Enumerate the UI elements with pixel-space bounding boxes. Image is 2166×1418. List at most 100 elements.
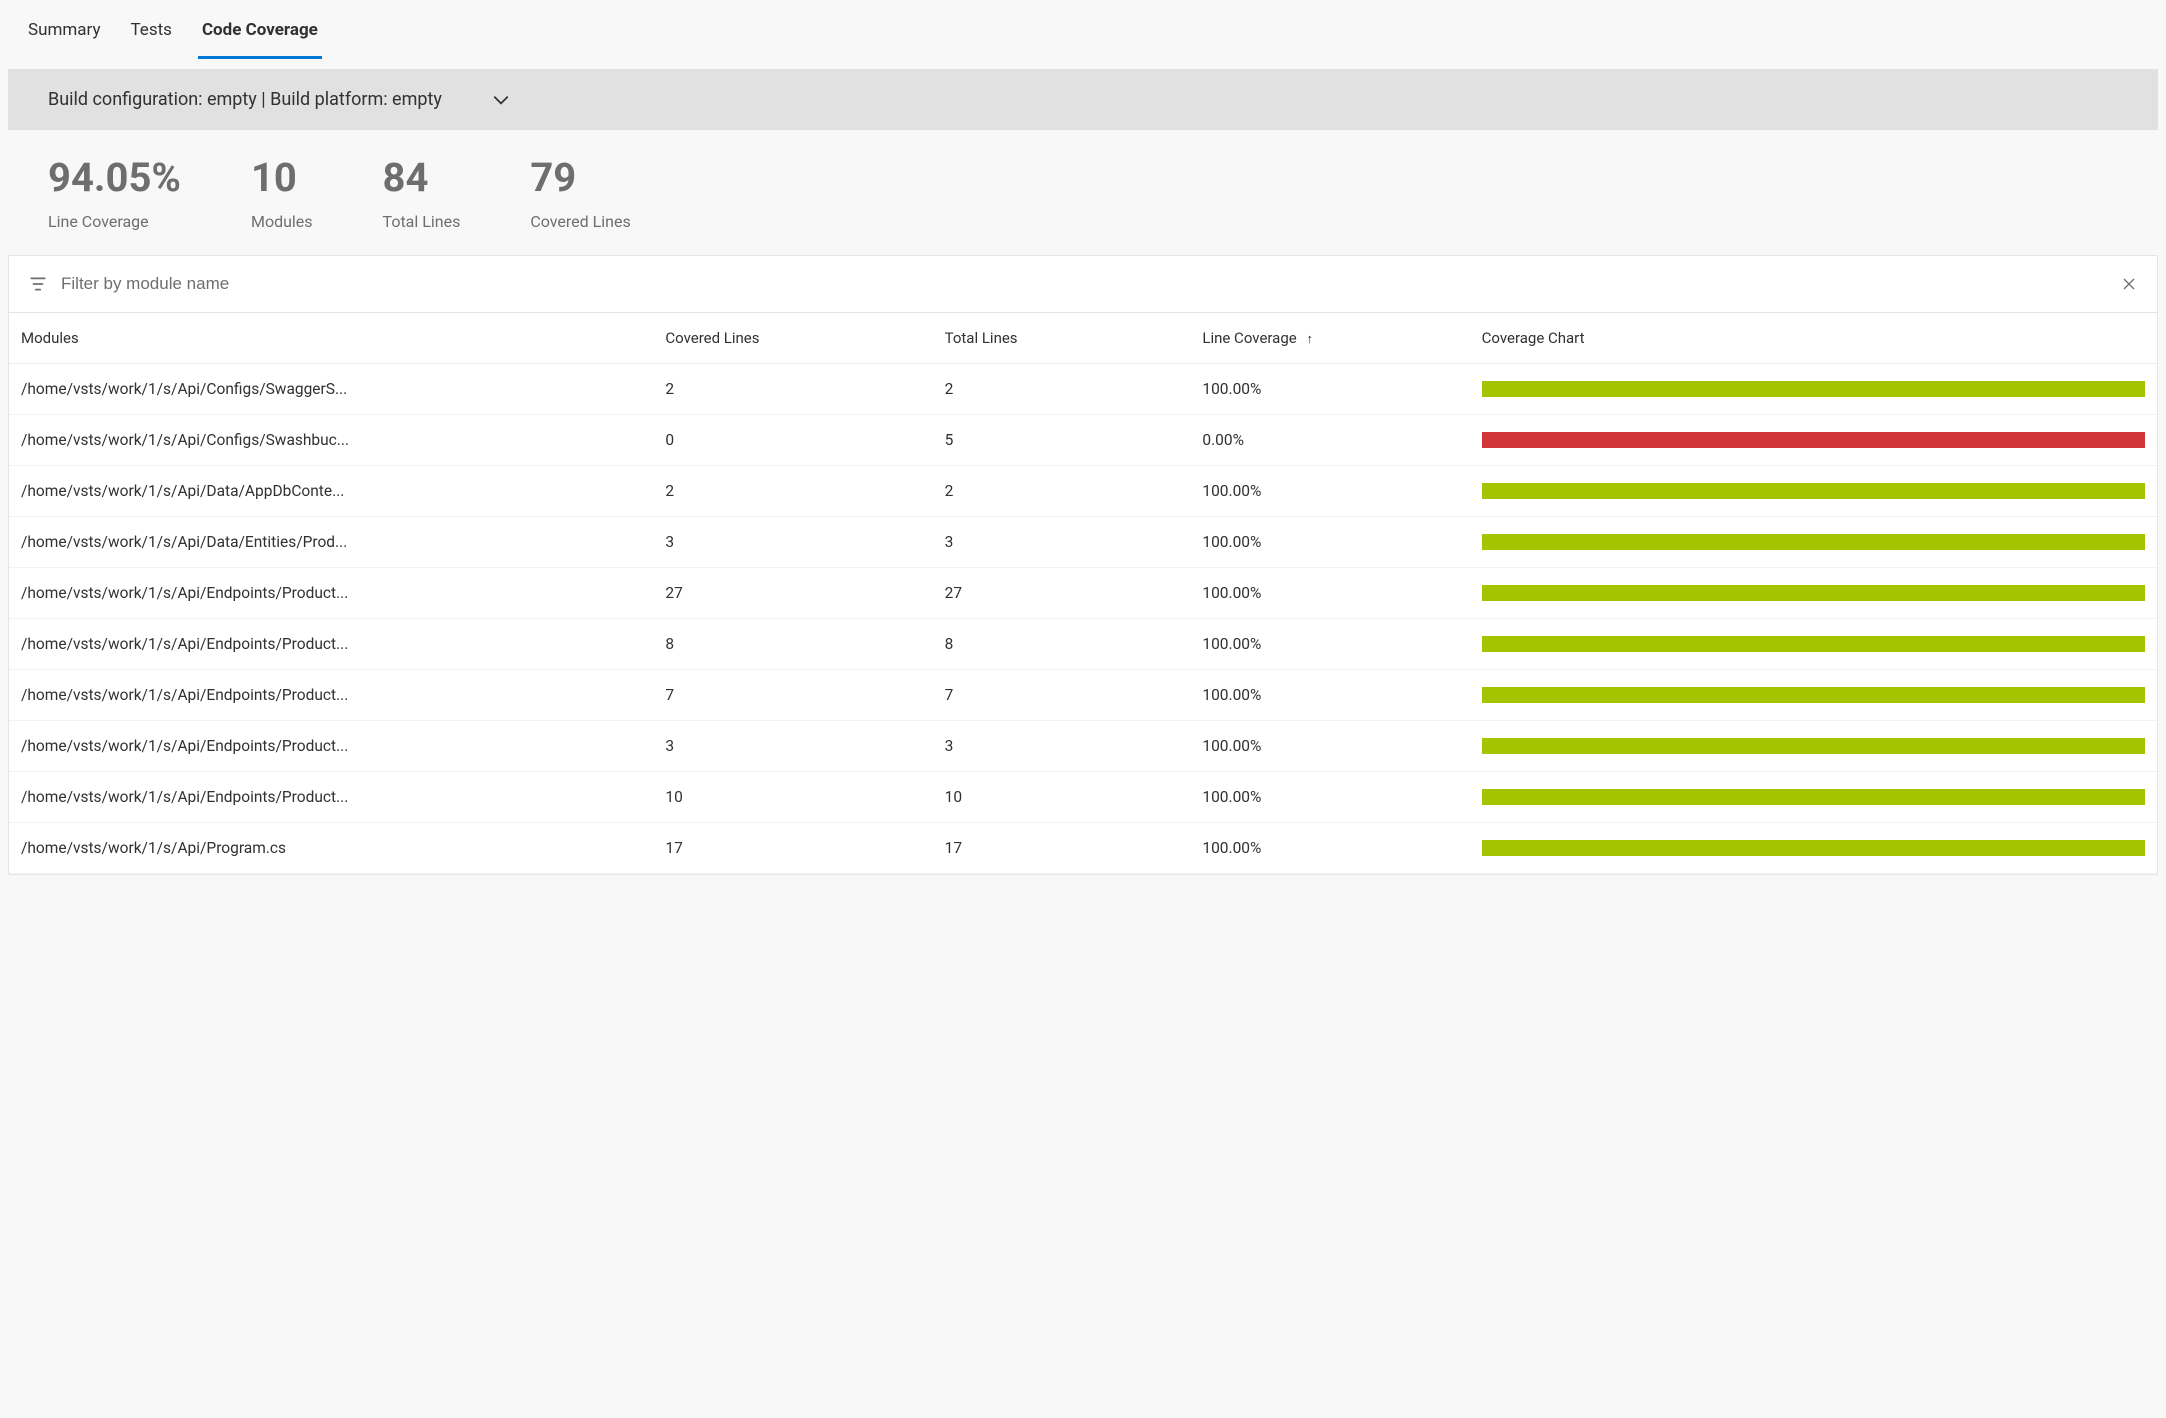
coverage-bar [1482, 636, 2145, 652]
cell-total: 3 [933, 721, 1191, 772]
build-config-text: Build configuration: empty | Build platf… [48, 89, 442, 110]
coverage-bar [1482, 687, 2145, 703]
cell-module: /home/vsts/work/1/s/Api/Endpoints/Produc… [9, 568, 653, 619]
table-row[interactable]: /home/vsts/work/1/s/Api/Configs/Swashbuc… [9, 415, 2157, 466]
cell-coverage: 100.00% [1190, 772, 1469, 823]
tab-summary[interactable]: Summary [24, 12, 104, 59]
cell-chart [1470, 670, 2157, 721]
cell-chart [1470, 364, 2157, 415]
cell-coverage: 100.00% [1190, 619, 1469, 670]
table-row[interactable]: /home/vsts/work/1/s/Api/Endpoints/Produc… [9, 619, 2157, 670]
table-row[interactable]: /home/vsts/work/1/s/Api/Data/Entities/Pr… [9, 517, 2157, 568]
chevron-down-icon [492, 91, 510, 109]
cell-total: 17 [933, 823, 1191, 874]
table-row[interactable]: /home/vsts/work/1/s/Api/Data/AppDbConte.… [9, 466, 2157, 517]
cell-module: /home/vsts/work/1/s/Api/Configs/Swashbuc… [9, 415, 653, 466]
cell-chart [1470, 568, 2157, 619]
coverage-bar [1482, 381, 2145, 397]
cell-module: /home/vsts/work/1/s/Api/Endpoints/Produc… [9, 670, 653, 721]
table-row[interactable]: /home/vsts/work/1/s/Api/Endpoints/Produc… [9, 670, 2157, 721]
cell-coverage: 100.00% [1190, 364, 1469, 415]
stat-value: 10 [251, 154, 313, 202]
table-row[interactable]: /home/vsts/work/1/s/Api/Endpoints/Produc… [9, 772, 2157, 823]
stat-block: 10 Modules [251, 154, 313, 231]
clear-filter-icon[interactable] [2121, 276, 2137, 292]
cell-covered: 8 [653, 619, 932, 670]
table-row[interactable]: /home/vsts/work/1/s/Api/Endpoints/Produc… [9, 568, 2157, 619]
cell-module: /home/vsts/work/1/s/Api/Data/AppDbConte.… [9, 466, 653, 517]
coverage-bar [1482, 483, 2145, 499]
coverage-table: Modules Covered Lines Total Lines Line C… [9, 313, 2157, 874]
stats-row: 94.05%Line Coverage 10 Modules 84 Total Line… [0, 130, 2166, 255]
cell-coverage: 100.00% [1190, 721, 1469, 772]
cell-module: /home/vsts/work/1/s/Api/Endpoints/Produc… [9, 721, 653, 772]
coverage-bar [1482, 534, 2145, 550]
cell-covered: 2 [653, 466, 932, 517]
table-row[interactable]: /home/vsts/work/1/s/Api/Program.cs171710… [9, 823, 2157, 874]
cell-covered: 10 [653, 772, 932, 823]
cell-total: 3 [933, 517, 1191, 568]
cell-coverage: 100.00% [1190, 823, 1469, 874]
cell-coverage: 100.00% [1190, 670, 1469, 721]
stat-label: Modules [251, 212, 313, 231]
cell-total: 7 [933, 670, 1191, 721]
tabs: Summary Tests Code Coverage [0, 0, 2166, 59]
cell-chart [1470, 823, 2157, 874]
filter-row [9, 256, 2157, 313]
cell-total: 2 [933, 466, 1191, 517]
cell-chart [1470, 466, 2157, 517]
stat-label: Total Lines [383, 212, 461, 231]
cell-module: /home/vsts/work/1/s/Api/Configs/SwaggerS… [9, 364, 653, 415]
tab-code-coverage[interactable]: Code Coverage [198, 12, 322, 59]
table-row[interactable]: /home/vsts/work/1/s/Api/Configs/SwaggerS… [9, 364, 2157, 415]
cell-coverage: 100.00% [1190, 466, 1469, 517]
cell-covered: 3 [653, 721, 932, 772]
stat-block: 79 Covered Lines [530, 154, 630, 231]
cell-coverage: 100.00% [1190, 568, 1469, 619]
cell-total: 5 [933, 415, 1191, 466]
cell-total: 27 [933, 568, 1191, 619]
sort-ascending-icon: ↑ [1306, 332, 1313, 347]
coverage-bar [1482, 840, 2145, 856]
cell-coverage: 0.00% [1190, 415, 1469, 466]
build-config-accordion[interactable]: Build configuration: empty | Build platf… [8, 69, 2158, 130]
col-coverage[interactable]: Line Coverage ↑ [1190, 313, 1469, 364]
col-covered[interactable]: Covered Lines [653, 313, 932, 364]
filter-icon [29, 275, 47, 293]
stat-block: 94.05%Line Coverage [48, 154, 181, 231]
cell-module: /home/vsts/work/1/s/Api/Program.cs [9, 823, 653, 874]
coverage-bar [1482, 789, 2145, 805]
cell-chart [1470, 517, 2157, 568]
cell-total: 8 [933, 619, 1191, 670]
col-modules[interactable]: Modules [9, 313, 653, 364]
cell-coverage: 100.00% [1190, 517, 1469, 568]
tab-tests[interactable]: Tests [126, 12, 175, 59]
cell-covered: 3 [653, 517, 932, 568]
cell-module: /home/vsts/work/1/s/Api/Data/Entities/Pr… [9, 517, 653, 568]
cell-covered: 2 [653, 364, 932, 415]
filter-input[interactable] [47, 274, 2121, 294]
col-coverage-label: Line Coverage [1202, 329, 1296, 347]
cell-chart [1470, 619, 2157, 670]
coverage-bar [1482, 432, 2145, 448]
stat-value: 84 [383, 154, 461, 202]
stat-label: Line Coverage [48, 212, 181, 231]
cell-chart [1470, 772, 2157, 823]
cell-covered: 17 [653, 823, 932, 874]
table-row[interactable]: /home/vsts/work/1/s/Api/Endpoints/Produc… [9, 721, 2157, 772]
col-chart[interactable]: Coverage Chart [1470, 313, 2157, 364]
stat-block: 84 Total Lines [383, 154, 461, 231]
stat-label: Covered Lines [530, 212, 630, 231]
cell-chart [1470, 721, 2157, 772]
cell-covered: 27 [653, 568, 932, 619]
cell-covered: 7 [653, 670, 932, 721]
coverage-bar [1482, 738, 2145, 754]
cell-module: /home/vsts/work/1/s/Api/Endpoints/Produc… [9, 619, 653, 670]
coverage-bar [1482, 585, 2145, 601]
cell-covered: 0 [653, 415, 932, 466]
coverage-table-container: Modules Covered Lines Total Lines Line C… [8, 255, 2158, 875]
cell-total: 2 [933, 364, 1191, 415]
cell-total: 10 [933, 772, 1191, 823]
col-total[interactable]: Total Lines [933, 313, 1191, 364]
stat-value: 79 [530, 154, 630, 202]
